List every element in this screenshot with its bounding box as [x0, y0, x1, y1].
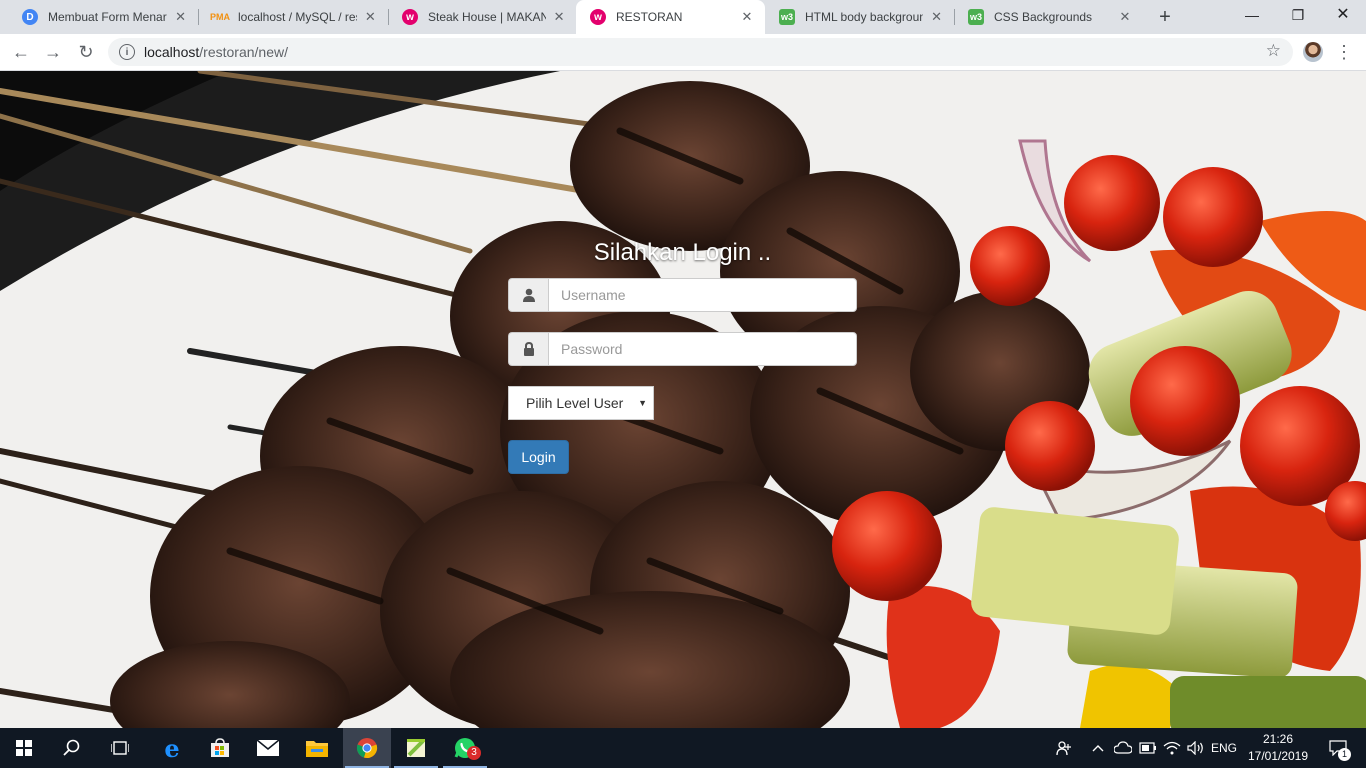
close-icon[interactable]: ✕ [739, 9, 755, 25]
tab-css-backgrounds[interactable]: w3 CSS Backgrounds ✕ [954, 0, 1143, 34]
dropdown-caret-icon: ▼ [638, 398, 647, 408]
address-bar[interactable]: i localhost/restoran/new/ ☆ [108, 38, 1293, 66]
address-url[interactable]: localhost/restoran/new/ [144, 44, 288, 60]
wifi-icon[interactable] [1161, 728, 1183, 768]
login-heading: Silahkan Login .. [593, 239, 772, 266]
close-icon[interactable]: ✕ [363, 9, 378, 25]
tab-steak-house[interactable]: w Steak House | MAKANAN ✕ [388, 0, 576, 34]
browser-menu-icon[interactable]: ⋮ [1335, 39, 1353, 65]
url-path: /restoran/new/ [199, 44, 288, 60]
close-window-button[interactable]: ✕ [1320, 0, 1366, 30]
w-shield-icon: w [402, 9, 418, 25]
w-shield-icon: w [590, 9, 606, 25]
notification-center-icon[interactable]: 1 [1318, 728, 1358, 768]
start-icon[interactable] [0, 728, 48, 768]
tab-title: RESTORAN [616, 10, 683, 24]
task-view-icon[interactable] [96, 728, 144, 768]
username-input[interactable] [548, 278, 857, 312]
minimize-button[interactable]: — [1229, 0, 1275, 30]
letter-d-icon: D [22, 9, 38, 25]
lock-icon [508, 332, 548, 366]
language-indicator[interactable]: ENG [1208, 728, 1240, 768]
close-icon[interactable]: ✕ [929, 9, 944, 25]
close-icon[interactable]: ✕ [552, 9, 566, 25]
password-field [508, 332, 857, 366]
browser-toolbar: ← → ↻ i localhost/restoran/new/ ☆ ⋮ [0, 34, 1366, 71]
whatsapp-icon[interactable]: 3 [441, 728, 489, 768]
clock-date: 17/01/2019 [1247, 749, 1309, 763]
tab-membuat-form[interactable]: D Membuat Form Menarik ✕ [8, 0, 198, 34]
level-select-value: Pilih Level User [526, 395, 624, 411]
forward-button[interactable]: → [40, 39, 66, 65]
chevron-up-icon[interactable] [1088, 728, 1108, 768]
url-host: localhost [144, 44, 200, 60]
restore-button[interactable]: ❐ [1275, 0, 1321, 30]
close-icon[interactable]: ✕ [1117, 9, 1133, 25]
edge-icon[interactable]: e [148, 728, 196, 768]
login-button[interactable]: Login [508, 440, 569, 474]
whatsapp-badge: 3 [467, 746, 481, 760]
people-icon[interactable] [1053, 728, 1075, 768]
grilled-kebab-background-image [0, 71, 1366, 728]
tab-title: CSS Backgrounds [994, 10, 1093, 24]
reload-button[interactable]: ↻ [73, 39, 99, 65]
chrome-icon[interactable] [343, 728, 391, 768]
tab-html-body-background[interactable]: w3 HTML body background ✕ [765, 0, 954, 34]
battery-icon[interactable] [1137, 728, 1159, 768]
close-icon[interactable]: ✕ [173, 9, 188, 25]
new-tab-button[interactable]: + [1153, 5, 1177, 29]
level-user-select[interactable]: Pilih Level User ▼ [508, 386, 654, 420]
tab-title: localhost / MySQL / res [238, 10, 357, 24]
user-icon [508, 278, 548, 312]
w3schools-icon: w3 [779, 9, 795, 25]
system-clock[interactable]: 21:26 17/01/2019 [1243, 731, 1313, 765]
browser-tab-strip: D Membuat Form Menarik ✕ PMA localhost /… [0, 0, 1366, 34]
mail-icon[interactable] [244, 728, 292, 768]
tab-phpmyadmin[interactable]: PMA localhost / MySQL / res ✕ [198, 0, 388, 34]
notepad-plus-icon[interactable] [392, 728, 440, 768]
username-field [508, 278, 857, 312]
file-explorer-icon[interactable] [293, 728, 341, 768]
cloud-sync-icon[interactable] [1112, 728, 1134, 768]
tab-title: Steak House | MAKANAN [428, 10, 547, 24]
bookmark-star-icon[interactable]: ☆ [1266, 41, 1281, 61]
password-input[interactable] [548, 332, 857, 366]
search-icon[interactable] [48, 728, 96, 768]
windows-taskbar: e 3 ENG 21:26 17/01/2019 1 [0, 728, 1366, 768]
w3schools-icon: w3 [968, 9, 984, 25]
back-button[interactable]: ← [8, 39, 34, 65]
clock-time: 21:26 [1262, 732, 1294, 746]
store-icon[interactable] [196, 728, 244, 768]
page-viewport: Silahkan Login .. Pilih Level User ▼ Log… [0, 71, 1366, 728]
tab-title: HTML body background [805, 10, 924, 24]
volume-icon[interactable] [1185, 728, 1207, 768]
tab-restoran[interactable]: w RESTORAN ✕ [576, 0, 765, 34]
profile-avatar[interactable] [1303, 42, 1323, 62]
tab-title: Membuat Form Menarik [48, 10, 168, 24]
notification-count: 1 [1338, 748, 1351, 761]
phpmyadmin-icon: PMA [210, 12, 230, 22]
info-icon[interactable]: i [119, 44, 135, 60]
